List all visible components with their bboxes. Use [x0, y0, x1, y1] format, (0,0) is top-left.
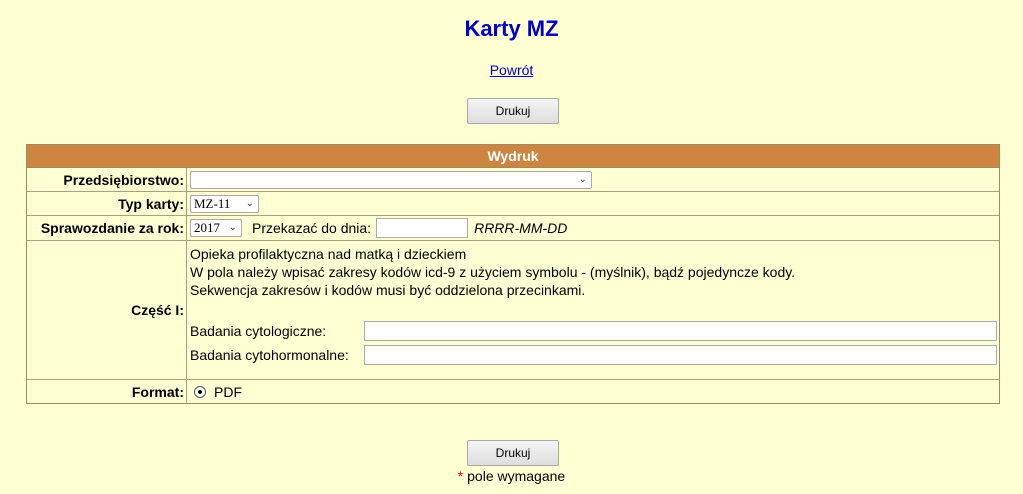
date-format-hint: RRRR-MM-DD: [474, 220, 568, 236]
part-one-line3: Sekwencja zakresów i kodów musi być oddz…: [190, 282, 586, 298]
chevron-down-icon: ⌄: [228, 222, 237, 233]
format-label: Format:: [27, 380, 187, 403]
part-one-line1: Opieka profilaktyczna nad matką i dzieck…: [190, 246, 467, 262]
part-one-label: Część I:: [27, 241, 187, 379]
pdf-radio-label: PDF: [214, 383, 242, 400]
deadline-input[interactable]: [376, 218, 469, 238]
card-type-select[interactable]: MZ-11 ⌄: [190, 194, 259, 213]
print-button-top[interactable]: Drukuj: [467, 98, 559, 124]
format-cell: PDF: [187, 380, 999, 403]
back-link[interactable]: Powrót: [490, 62, 534, 78]
report-year-select-value: 2017: [194, 220, 220, 235]
cytohormonal-field: Badania cytohormonalne:: [190, 343, 999, 367]
cytology-input[interactable]: [364, 321, 997, 341]
company-label: Przedsiębiorstwo:: [27, 168, 187, 191]
report-year-label: Sprawozdanie za rok:: [27, 216, 187, 240]
card-type-row: Typ karty: MZ-11 ⌄: [27, 192, 999, 216]
report-year-cell: 2017 ⌄ Przekazać do dnia: RRRR-MM-DD: [187, 216, 999, 240]
chevron-down-icon: ⌄: [578, 173, 587, 185]
company-cell: ⌄: [187, 168, 999, 191]
required-text: pole wymagane: [467, 468, 566, 484]
company-select[interactable]: ⌄: [190, 170, 592, 189]
card-type-label: Typ karty:: [27, 192, 187, 215]
report-year-select[interactable]: 2017 ⌄: [190, 219, 242, 237]
print-form: Wydruk Przedsiębiorstwo: ⌄ Typ karty: MZ…: [26, 144, 1000, 404]
part-one-row: Część I: Opieka profilaktyczna nad matką…: [27, 241, 999, 380]
cytohormonal-input[interactable]: [364, 345, 997, 365]
format-row: Format: PDF: [27, 380, 999, 403]
cytohormonal-label: Badania cytohormonalne:: [190, 347, 349, 363]
pdf-radio[interactable]: [194, 385, 206, 398]
cytology-label: Badania cytologiczne:: [190, 323, 327, 339]
required-star: *: [457, 468, 464, 484]
card-type-cell: MZ-11 ⌄: [187, 192, 999, 215]
page-title: Karty MZ: [464, 16, 559, 41]
card-type-select-value: MZ-11: [194, 195, 231, 211]
print-button-bottom[interactable]: Drukuj: [467, 440, 559, 466]
back-link-container: Powrót: [0, 62, 1023, 78]
part-one-line2: W pola należy wpisać zakresy kodów icd-9…: [190, 264, 796, 280]
section-header: Wydruk: [27, 145, 999, 168]
report-year-row: Sprawozdanie za rok: 2017 ⌄ Przekazać do…: [27, 216, 999, 241]
chevron-down-icon: ⌄: [245, 197, 254, 209]
company-row: Przedsiębiorstwo: ⌄: [27, 168, 999, 192]
required-note: * pole wymagane: [0, 468, 1023, 484]
part-one-content: Opieka profilaktyczna nad matką i dzieck…: [187, 241, 999, 379]
cytology-field: Badania cytologiczne:: [190, 319, 999, 343]
deadline-label: Przekazać do dnia:: [252, 220, 372, 236]
